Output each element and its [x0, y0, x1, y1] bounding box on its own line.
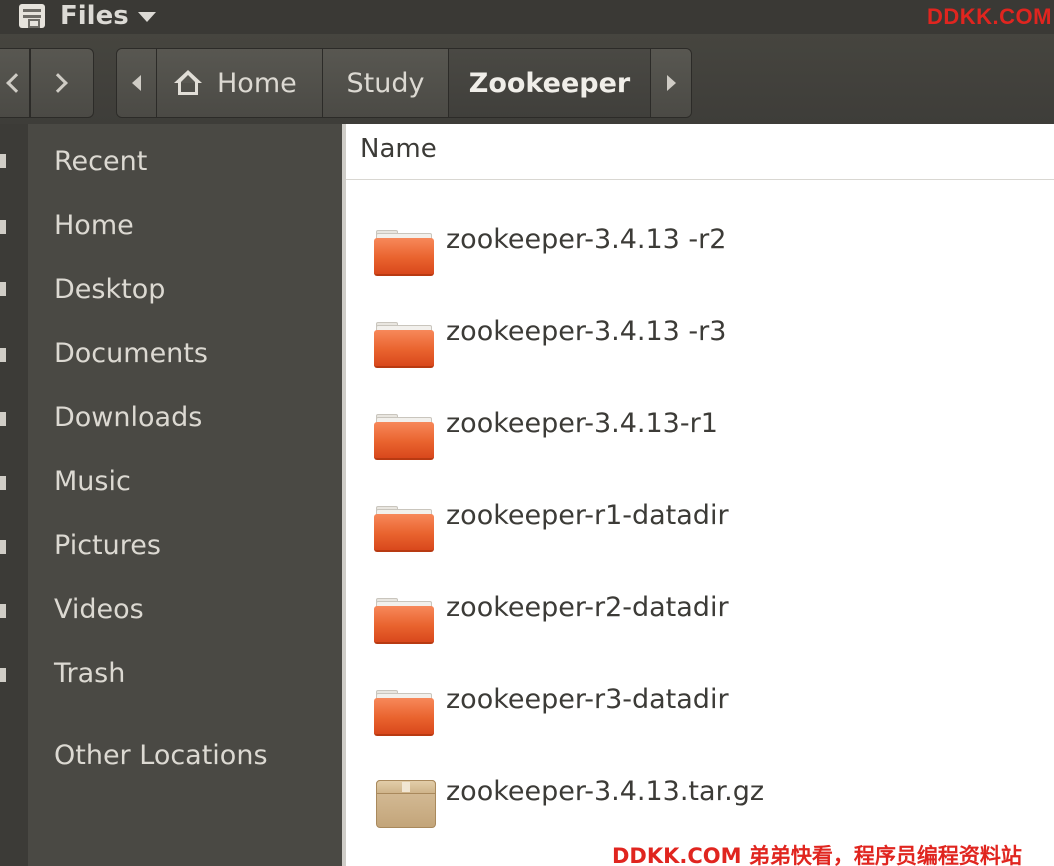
- trash-icon: [0, 668, 6, 682]
- file-name: zookeeper-r3-datadir: [446, 684, 729, 715]
- breadcrumb-zookeeper[interactable]: Zookeeper: [449, 49, 651, 117]
- sidebar-item-documents[interactable]: Documents: [54, 334, 208, 374]
- breadcrumb-home[interactable]: Home: [157, 49, 323, 117]
- sidebar-item-music[interactable]: Music: [54, 462, 131, 502]
- sidebar-item-downloads[interactable]: Downloads: [54, 398, 202, 438]
- folder-icon: [374, 320, 434, 368]
- watermark-bottom: DDKK.COM 弟弟快看，程序员编程资料站: [612, 844, 1022, 866]
- chevron-right-icon: [48, 73, 68, 93]
- sidebar-item-recent[interactable]: Recent: [54, 142, 147, 182]
- pictures-icon: [0, 540, 6, 554]
- file-row[interactable]: zookeeper-r1-datadir: [346, 484, 1054, 576]
- file-name: zookeeper-3.4.13-r1: [446, 408, 718, 439]
- file-name: zookeeper-3.4.13 -r3: [446, 316, 727, 347]
- file-row[interactable]: zookeeper-3.4.13 -r2: [346, 208, 1054, 300]
- file-name: zookeeper-3.4.13 -r2: [446, 224, 727, 255]
- sidebar-item-home[interactable]: Home: [54, 206, 134, 246]
- downloads-icon: [0, 412, 6, 426]
- home-icon: [0, 220, 6, 234]
- toolbar: Home Study Zookeeper: [0, 34, 1054, 124]
- breadcrumb-study[interactable]: Study: [323, 49, 449, 117]
- home-icon: [173, 70, 203, 96]
- top-bar: Files DDKK.COM: [0, 0, 1054, 34]
- file-name: zookeeper-3.4.13.tar.gz: [446, 776, 765, 807]
- folder-icon: [374, 596, 434, 644]
- documents-icon: [0, 348, 6, 362]
- file-row[interactable]: zookeeper-3.4.13.tar.gz: [346, 760, 1054, 852]
- file-row[interactable]: zookeeper-3.4.13 -r3: [346, 300, 1054, 392]
- music-icon: [0, 476, 6, 490]
- breadcrumb-scroll-left[interactable]: [117, 49, 157, 117]
- app-menu-title[interactable]: Files: [60, 0, 129, 34]
- breadcrumb-home-label: Home: [217, 67, 297, 99]
- archive-icon: [376, 776, 436, 828]
- file-cabinet-icon: [19, 4, 45, 28]
- column-header-label: Name: [360, 134, 437, 164]
- watermark-top: DDKK.COM: [927, 4, 1052, 29]
- chevron-left-icon: [6, 73, 26, 93]
- triangle-right-icon: [666, 75, 676, 91]
- sidebar-item-videos[interactable]: Videos: [54, 590, 144, 630]
- breadcrumb-study-label: Study: [346, 67, 425, 99]
- triangle-left-icon: [132, 75, 141, 91]
- file-list: Name zookeeper-3.4.13 -r2 zookeeper-3.4.…: [342, 124, 1054, 866]
- clock-icon: [0, 154, 6, 168]
- file-name: zookeeper-r2-datadir: [446, 592, 729, 623]
- sidebar-item-pictures[interactable]: Pictures: [54, 526, 161, 566]
- desktop-icon: [0, 282, 6, 296]
- sidebar-icon-strip: [0, 124, 28, 866]
- file-row[interactable]: zookeeper-3.4.13-r1: [346, 392, 1054, 484]
- folder-icon: [374, 504, 434, 552]
- sidebar-item-trash[interactable]: Trash: [54, 654, 125, 694]
- file-row[interactable]: zookeeper-r2-datadir: [346, 576, 1054, 668]
- forward-button[interactable]: [30, 48, 94, 118]
- file-name: zookeeper-r1-datadir: [446, 500, 729, 531]
- back-button[interactable]: [0, 48, 30, 118]
- sidebar-item-desktop[interactable]: Desktop: [54, 270, 165, 310]
- breadcrumb-current-label: Zookeeper: [468, 67, 631, 99]
- caret-down-icon[interactable]: [138, 12, 156, 22]
- folder-icon: [374, 228, 434, 276]
- breadcrumb: Home Study Zookeeper: [116, 48, 692, 118]
- column-header-name[interactable]: Name: [346, 124, 1054, 180]
- sidebar-item-other-locations[interactable]: Other Locations: [54, 736, 268, 776]
- videos-icon: [0, 604, 6, 618]
- breadcrumb-scroll-right[interactable]: [651, 49, 691, 117]
- folder-icon: [374, 412, 434, 460]
- folder-icon: [374, 688, 434, 736]
- file-row[interactable]: zookeeper-r3-datadir: [346, 668, 1054, 760]
